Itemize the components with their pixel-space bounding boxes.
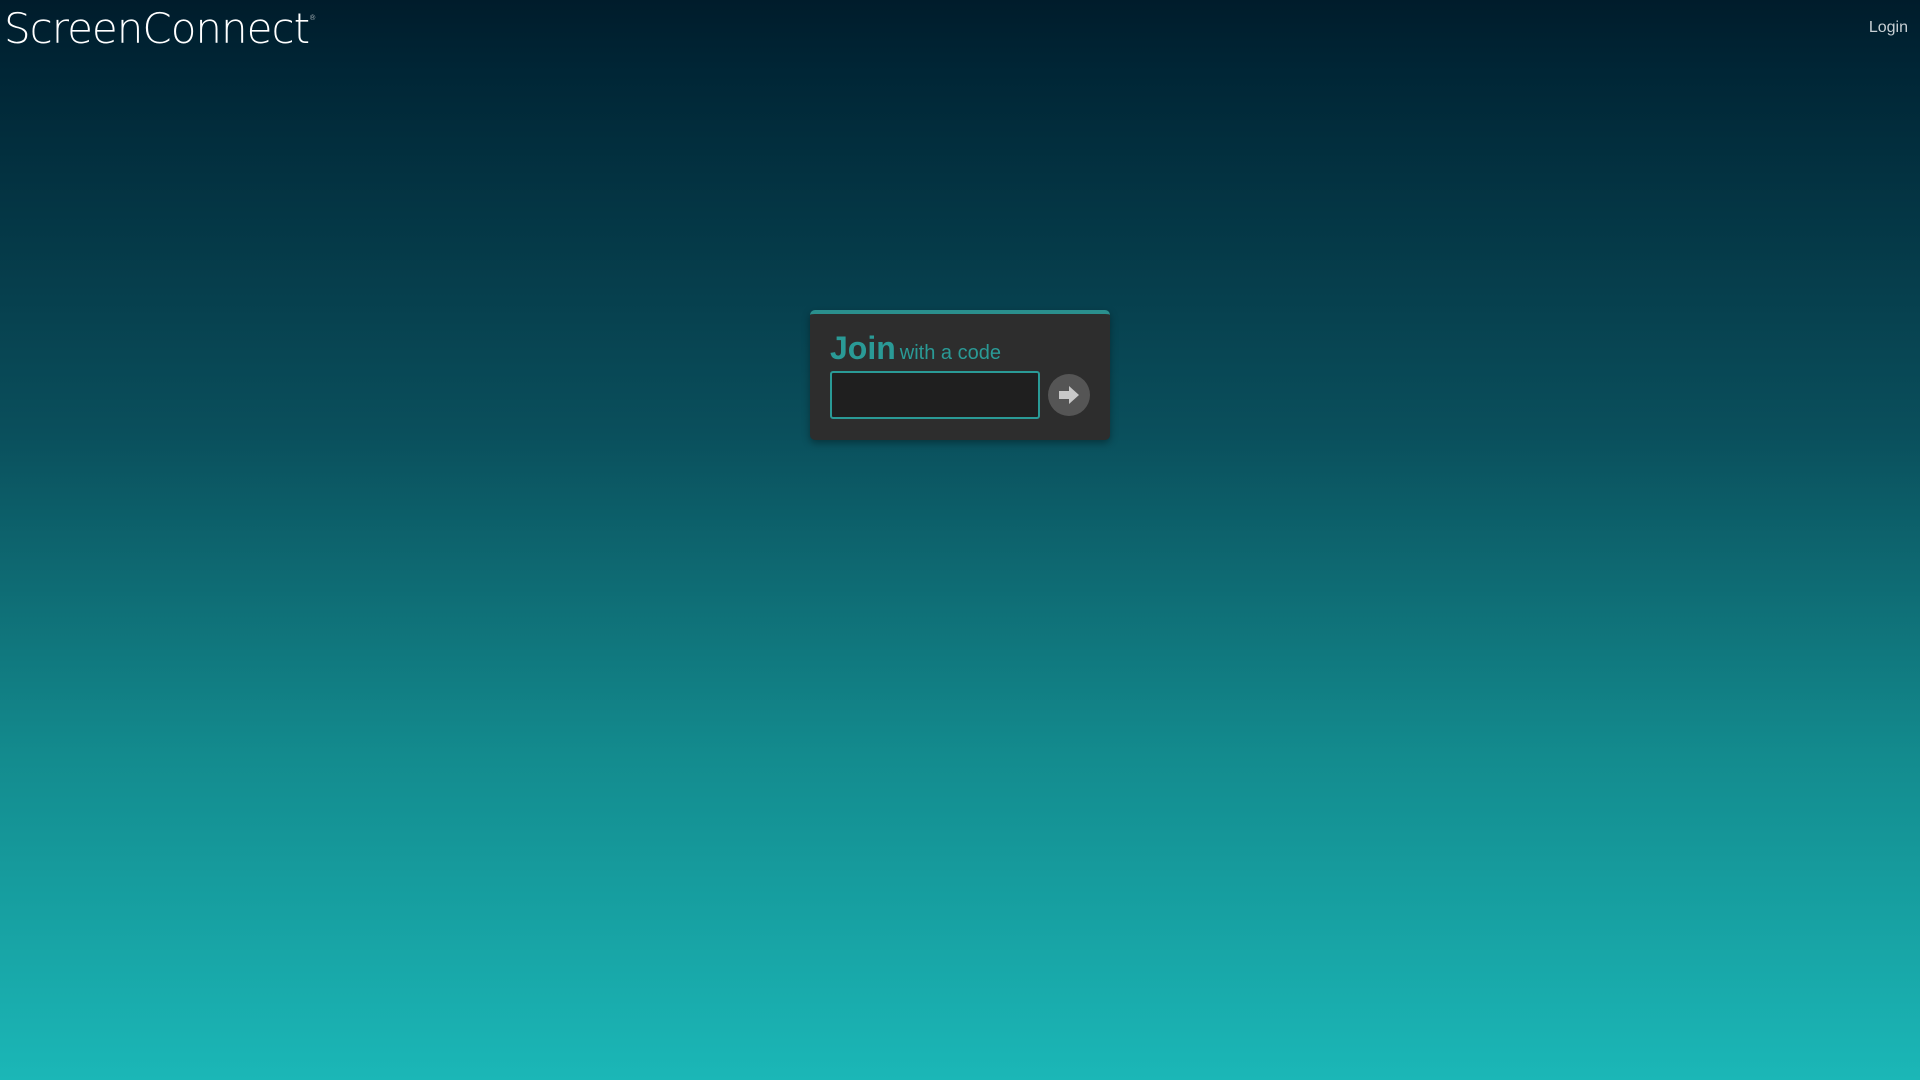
join-subtitle: with a code <box>899 342 1001 364</box>
arrow-right-icon <box>1059 386 1079 404</box>
registered-mark: ® <box>309 14 316 22</box>
login-link[interactable]: Login <box>1869 19 1908 37</box>
join-submit-button[interactable] <box>1048 374 1090 416</box>
logo-text: ScreenConnect <box>4 4 310 53</box>
join-panel: Join with a code <box>810 310 1110 440</box>
join-heading: Join with a code <box>830 330 1001 367</box>
join-title: Join <box>830 330 896 366</box>
join-code-input[interactable] <box>830 371 1040 419</box>
screenconnect-logo: ScreenConnect® <box>4 4 316 53</box>
